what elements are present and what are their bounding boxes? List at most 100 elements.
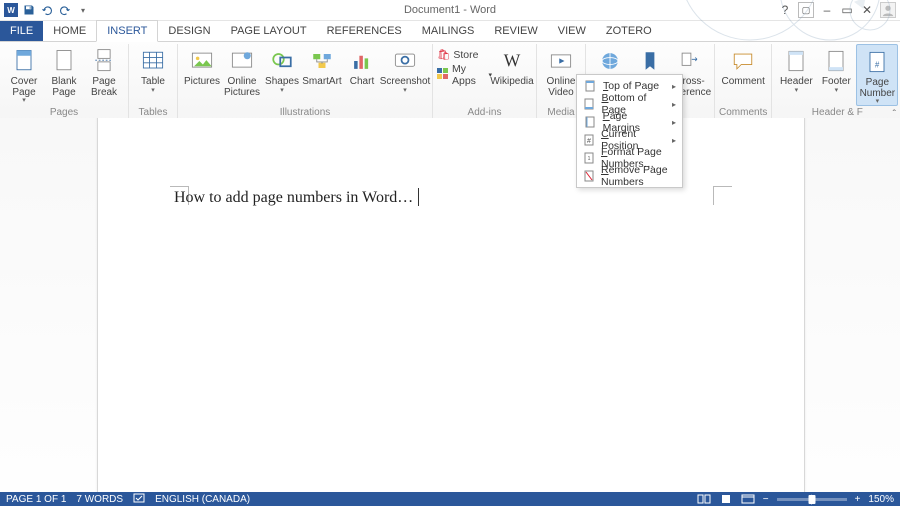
zoom-slider[interactable]: ┼ (777, 498, 847, 501)
qat-customize-button[interactable]: ▾ (76, 3, 90, 17)
word-app-icon: W (4, 3, 18, 17)
menu-remove-page-numbers[interactable]: Remove Page Numbers (577, 167, 682, 185)
online-video-button[interactable]: Online Video (541, 44, 581, 104)
page-number-menu: Top of Page▸ Bottom of Page▸ Page Margin… (576, 74, 683, 188)
svg-text:#: # (587, 138, 591, 145)
my-apps-button[interactable]: My Apps▾ (437, 63, 492, 87)
screenshot-icon (390, 46, 420, 76)
user-avatar[interactable] (880, 2, 896, 18)
status-page[interactable]: PAGE 1 OF 1 (6, 494, 66, 505)
svg-text:W: W (504, 50, 521, 70)
page-break-button[interactable]: Page Break (84, 44, 124, 104)
status-bar: PAGE 1 OF 1 7 WORDS ENGLISH (CANADA) − ┼… (0, 492, 900, 506)
page-margins-icon (583, 115, 597, 129)
page-break-icon (89, 46, 119, 76)
header-icon (781, 46, 811, 76)
bottom-of-page-icon (583, 97, 595, 111)
ribbon-display-button[interactable]: ▢ (798, 2, 814, 18)
shapes-icon (267, 46, 297, 76)
svg-text:1: 1 (588, 156, 591, 162)
group-tables: Table▾ Tables (129, 44, 178, 120)
table-button[interactable]: Table▾ (133, 44, 173, 104)
tab-view[interactable]: VIEW (548, 21, 596, 41)
apps-icon (437, 68, 449, 83)
tab-design[interactable]: DESIGN (158, 21, 220, 41)
status-words[interactable]: 7 WORDS (76, 494, 123, 505)
help-button[interactable]: ? (778, 3, 792, 17)
hyperlink-icon (595, 46, 625, 76)
tab-zotero[interactable]: ZOTERO (596, 21, 662, 41)
chart-icon (347, 46, 377, 76)
shapes-button[interactable]: Shapes▾ (262, 44, 302, 104)
comment-icon (728, 46, 758, 76)
tab-references[interactable]: REFERENCES (317, 21, 412, 41)
proofing-icon[interactable] (133, 493, 145, 506)
wikipedia-icon: W (497, 46, 527, 76)
cross-reference-icon (675, 46, 705, 76)
page-number-button[interactable]: #Page Number▾ (856, 44, 898, 106)
document-area: How to add page numbers in Word… (0, 118, 900, 492)
redo-button[interactable] (58, 3, 72, 17)
window-title: Document1 - Word (0, 4, 900, 16)
ribbon: Cover Page▾ Blank Page Page Break Pages … (0, 42, 900, 123)
status-language[interactable]: ENGLISH (CANADA) (155, 494, 250, 505)
store-icon: 🛍 (437, 48, 450, 61)
zoom-level[interactable]: 150% (868, 494, 894, 505)
current-position-icon: # (583, 133, 595, 147)
undo-button[interactable] (40, 3, 54, 17)
bookmark-icon (635, 46, 665, 76)
tab-home[interactable]: HOME (43, 21, 96, 41)
ribbon-tabs: FILE HOME INSERT DESIGN PAGE LAYOUT REFE… (0, 21, 900, 42)
pictures-icon (187, 46, 217, 76)
page-number-icon: # (862, 47, 892, 77)
quick-access-toolbar: W ▾ (4, 3, 90, 17)
online-pictures-button[interactable]: Online Pictures (222, 44, 262, 104)
close-button[interactable]: ✕ (860, 3, 874, 17)
tab-file[interactable]: FILE (0, 21, 43, 41)
header-button[interactable]: Header▾ (776, 44, 816, 104)
read-mode-button[interactable] (697, 493, 711, 505)
smartart-button[interactable]: SmartArt (302, 44, 342, 104)
comment-button[interactable]: Comment (723, 44, 763, 104)
group-addins: 🛍Store My Apps▾ WWikipedia Add-ins (433, 44, 537, 120)
cover-page-icon (9, 46, 39, 76)
margin-marker (713, 186, 732, 205)
zoom-in-button[interactable]: + (855, 494, 861, 505)
tab-mailings[interactable]: MAILINGS (412, 21, 485, 41)
tab-page-layout[interactable]: PAGE LAYOUT (221, 21, 317, 41)
wikipedia-button[interactable]: WWikipedia (492, 44, 532, 104)
video-icon (546, 46, 576, 76)
web-layout-button[interactable] (741, 493, 755, 505)
group-illustrations: Pictures Online Pictures Shapes▾ SmartAr… (178, 44, 433, 120)
group-comments: Comment Comments (715, 44, 772, 120)
top-of-page-icon (583, 79, 597, 93)
online-pictures-icon (227, 46, 257, 76)
group-pages: Cover Page▾ Blank Page Page Break Pages (0, 44, 129, 120)
screenshot-button[interactable]: Screenshot▾ (382, 44, 428, 104)
restore-button[interactable]: ▭ (840, 3, 854, 17)
blank-page-icon (49, 46, 79, 76)
svg-text:#: # (875, 60, 880, 69)
tab-review[interactable]: REVIEW (484, 21, 547, 41)
remove-numbers-icon (583, 169, 595, 183)
group-header-footer: Header▾ Footer▾ #Page Number▾ Header & F (772, 44, 900, 120)
document-page[interactable]: How to add page numbers in Word… (98, 118, 804, 492)
cover-page-button[interactable]: Cover Page▾ (4, 44, 44, 104)
table-icon (138, 46, 168, 76)
title-bar: W ▾ Document1 - Word ? ▢ – ▭ ✕ (0, 0, 900, 21)
minimize-button[interactable]: – (820, 3, 834, 17)
document-body-text[interactable]: How to add page numbers in Word… (174, 188, 419, 207)
print-layout-button[interactable] (719, 493, 733, 505)
tab-insert[interactable]: INSERT (96, 20, 158, 42)
zoom-out-button[interactable]: − (763, 494, 769, 505)
text-cursor (418, 188, 419, 206)
pictures-button[interactable]: Pictures (182, 44, 222, 104)
blank-page-button[interactable]: Blank Page (44, 44, 84, 104)
smartart-icon (307, 46, 337, 76)
format-numbers-icon: 1 (583, 151, 595, 165)
store-button[interactable]: 🛍Store (437, 48, 492, 61)
footer-button[interactable]: Footer▾ (816, 44, 856, 104)
save-button[interactable] (22, 3, 36, 17)
chart-button[interactable]: Chart (342, 44, 382, 104)
footer-icon (821, 46, 851, 76)
